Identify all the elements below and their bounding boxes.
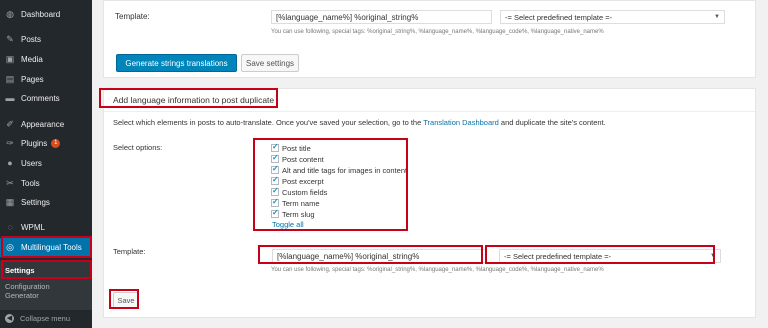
sidebar-item-settings[interactable]: ▦ Settings <box>0 193 92 212</box>
sidebar-item-comments[interactable]: ▬ Comments <box>0 89 92 108</box>
strings-template-panel: Template: [%language_name%] %original_st… <box>103 0 756 78</box>
sidebar-item-pages[interactable]: ▤ Pages <box>0 70 92 89</box>
sidebar-item-media[interactable]: ▣ Media <box>0 50 92 69</box>
sidebar-item-label: Dashboard <box>21 10 61 19</box>
highlight-section-title <box>99 88 278 108</box>
sidebar-item-label: Users <box>21 159 42 168</box>
collapse-menu-label: Collapse menu <box>20 313 71 323</box>
pin-icon: ✎ <box>6 34 14 44</box>
sidebar-item-label: Plugins <box>21 139 48 148</box>
sidebar-item-plugins[interactable]: ✑ Plugins 1 <box>0 134 92 153</box>
sidebar-item-label: Pages <box>21 75 44 84</box>
translation-dashboard-link[interactable]: Translation Dashboard <box>423 118 499 127</box>
wrench-icon: ✂ <box>6 178 14 188</box>
sidebar-item-label: Tools <box>21 179 40 188</box>
plugin-icon: ✑ <box>6 138 14 148</box>
highlight-settings-submenu <box>1 260 92 279</box>
duplicate-template-hint: You can use following, special tags: %or… <box>271 267 604 273</box>
template-input[interactable]: [%language_name%] %original_string% <box>271 10 492 24</box>
template-label: Template: <box>115 12 150 21</box>
highlight-template-input <box>258 245 483 264</box>
select-options-label: Select options: <box>113 143 163 152</box>
sidebar-item-appearance[interactable]: ✐ Appearance <box>0 115 92 134</box>
highlight-predefined-select <box>485 245 715 264</box>
section-divider <box>104 111 755 112</box>
predefined-template-select[interactable]: -= Select predefined template =- ▼ <box>500 10 725 24</box>
section-description: Select which elements in posts to auto-t… <box>113 118 606 127</box>
pages-icon: ▤ <box>5 74 15 84</box>
post-duplicate-panel: Add language information to post duplica… <box>103 88 756 318</box>
update-count-badge: 1 <box>51 139 61 148</box>
sidebar-item-label: Posts <box>21 35 42 44</box>
generate-strings-button[interactable]: Generate strings translations <box>116 54 237 72</box>
dropdown-arrow-icon: ▼ <box>714 14 720 20</box>
highlight-select-options <box>253 138 408 231</box>
comment-icon: ▬ <box>5 93 15 103</box>
settings-icon: ▦ <box>5 197 15 207</box>
predefined-template-value: -= Select predefined template =- <box>505 12 613 22</box>
sidebar-item-users[interactable]: ● Users <box>0 154 92 173</box>
sidebar-item-wpml[interactable]: ◌ WPML <box>0 218 92 237</box>
wpml-icon: ◌ <box>7 222 13 232</box>
collapse-menu-button[interactable]: ◀ Collapse menu <box>0 311 92 325</box>
sidebar-item-posts[interactable]: ✎ Posts <box>0 30 92 49</box>
users-icon: ● <box>7 158 13 168</box>
sidebar-item-tools[interactable]: ✂ Tools <box>0 174 92 193</box>
collapse-arrow-icon: ◀ <box>5 313 14 323</box>
template-hint: You can use following, special tags: %or… <box>271 29 604 35</box>
save-settings-button[interactable]: Save settings <box>241 54 299 72</box>
duplicate-template-label: Template: <box>113 247 146 256</box>
sidebar-item-label: Comments <box>21 94 60 103</box>
brush-icon: ✐ <box>6 119 14 129</box>
sidebar-item-dashboard[interactable]: ◍ Dashboard <box>0 5 92 24</box>
highlight-multilingual-tools <box>1 236 92 258</box>
sidebar-item-label: Appearance <box>21 120 65 129</box>
submenu-item-config-generator-line2[interactable]: Generator <box>5 291 39 300</box>
main-content: Template: [%language_name%] %original_st… <box>92 0 768 328</box>
description-text-after: and duplicate the site's content. <box>498 118 606 127</box>
dashboard-icon: ◍ <box>6 9 14 19</box>
highlight-save-button <box>109 289 139 309</box>
description-text-before: Select which elements in posts to auto-t… <box>113 118 424 127</box>
sidebar-item-label: Media <box>21 55 43 64</box>
media-icon: ▣ <box>5 54 15 64</box>
sidebar-item-label: WPML <box>21 223 45 232</box>
sidebar-item-label: Settings <box>21 198 50 207</box>
submenu-item-config-generator-line1[interactable]: Configuration <box>5 282 50 291</box>
